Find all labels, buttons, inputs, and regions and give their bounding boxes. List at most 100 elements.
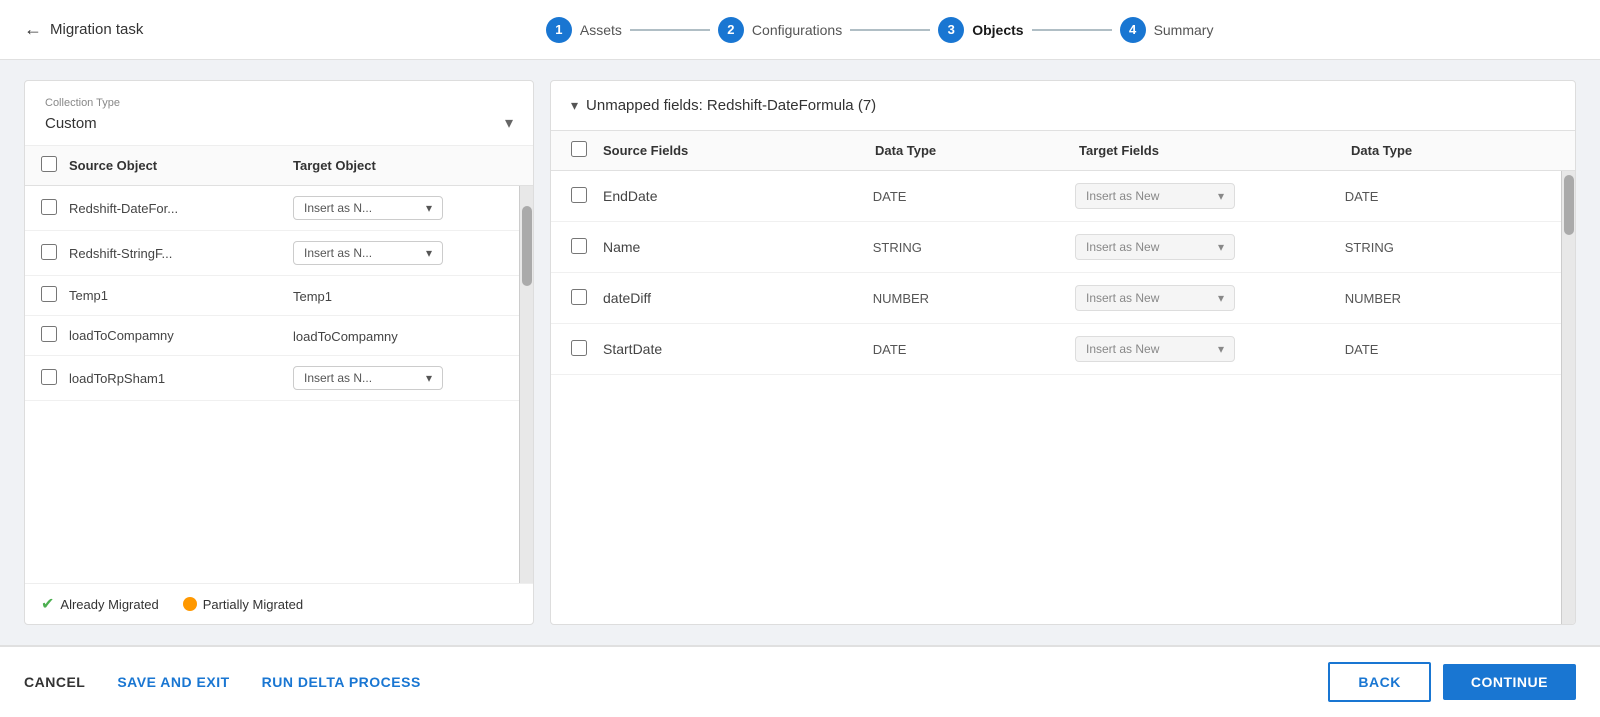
right-target-dropdown-2[interactable]: Insert as New ▾: [1075, 285, 1235, 311]
right-row-checkbox-0[interactable]: [571, 187, 587, 203]
target-text-3: loadToCompamny: [293, 329, 398, 344]
table-row: Redshift-StringF... Insert as N... ▾: [25, 231, 533, 276]
partially-migrated-label: Partially Migrated: [203, 597, 303, 612]
step-summary[interactable]: 4 Summary: [1120, 17, 1214, 43]
header: ← Migration task 1 Assets 2 Configuratio…: [0, 0, 1600, 60]
back-arrow-icon: ←: [24, 19, 42, 40]
step-circle-2: 3: [938, 17, 964, 43]
right-scrollbar[interactable]: [1561, 171, 1575, 624]
data-type-header: Data Type: [875, 143, 1079, 158]
table-row: loadToCompamny loadToCompamny: [25, 316, 533, 356]
step-label-2: Objects: [972, 22, 1023, 38]
row-checkbox-2[interactable]: [41, 286, 57, 302]
right-dropdown-icon-0: ▾: [1218, 189, 1224, 203]
right-row-source-2: dateDiff: [603, 290, 873, 306]
right-dropdown-text-1: Insert as New: [1086, 240, 1159, 254]
right-table-header: Source Fields Data Type Target Fields Da…: [551, 131, 1575, 171]
step-assets[interactable]: 1 Assets: [546, 17, 622, 43]
right-row-dtype-1: STRING: [873, 240, 1075, 255]
collection-type-label: Collection Type: [45, 97, 513, 109]
right-table-body: EndDate DATE Insert as New ▾ DATE Name S…: [551, 171, 1575, 624]
already-migrated-label: Already Migrated: [60, 597, 158, 612]
row-checkbox-4[interactable]: [41, 369, 57, 385]
row-checkbox-cell-0: [41, 199, 69, 218]
right-table-row: EndDate DATE Insert as New ▾ DATE: [551, 171, 1575, 222]
dropdown-text-1: Insert as N...: [304, 246, 372, 260]
check-icon: ✔: [41, 594, 54, 614]
left-scroll-thumb: [522, 206, 532, 286]
row-target-cell-3: loadToCompamny: [293, 328, 517, 344]
right-target-dropdown-1[interactable]: Insert as New ▾: [1075, 234, 1235, 260]
row-target-cell-1: Insert as N... ▾: [293, 241, 517, 265]
footer-left: CANCEL SAVE AND EXIT RUN DELTA PROCESS: [24, 674, 421, 690]
target-dropdown-1[interactable]: Insert as N... ▾: [293, 241, 443, 265]
step-label-1: Configurations: [752, 22, 842, 38]
back-button[interactable]: ← Migration task: [24, 19, 143, 40]
right-select-all-checkbox[interactable]: [571, 141, 587, 157]
right-table-row: StartDate DATE Insert as New ▾ DATE: [551, 324, 1575, 375]
step-label-0: Assets: [580, 22, 622, 38]
right-row-checkbox-2[interactable]: [571, 289, 587, 305]
unmapped-header: ▾ Unmapped fields: Redshift-DateFormula …: [551, 81, 1575, 131]
collection-type-section: Collection Type Custom ▾: [25, 81, 533, 146]
row-source-4: loadToRpSham1: [69, 371, 293, 386]
dropdown-text-4: Insert as N...: [304, 371, 372, 385]
step-line-0: [630, 29, 710, 31]
right-dropdown-icon-3: ▾: [1218, 342, 1224, 356]
row-checkbox-3[interactable]: [41, 326, 57, 342]
right-dropdown-text-0: Insert as New: [1086, 189, 1159, 203]
right-row-checkbox-cell-0: [571, 187, 603, 206]
unmapped-title: Unmapped fields: Redshift-DateFormula (7…: [586, 97, 876, 114]
collection-type-select[interactable]: Custom ▾: [45, 113, 513, 133]
row-checkbox-0[interactable]: [41, 199, 57, 215]
right-scroll-thumb: [1564, 175, 1574, 235]
right-row-source-3: StartDate: [603, 341, 873, 357]
select-all-checkbox[interactable]: [41, 156, 57, 172]
target-object-header: Target Object: [293, 158, 517, 173]
partially-migrated-legend: Partially Migrated: [183, 597, 303, 612]
left-table-header: Source Object Target Object: [25, 146, 533, 186]
left-scrollbar[interactable]: [519, 186, 533, 583]
right-target-dropdown-0[interactable]: Insert as New ▾: [1075, 183, 1235, 209]
row-target-cell-2: Temp1: [293, 288, 517, 304]
continue-button[interactable]: CONTINUE: [1443, 664, 1576, 700]
right-row-checkbox-3[interactable]: [571, 340, 587, 356]
right-row-target-cell-3: Insert as New ▾: [1075, 336, 1345, 362]
step-circle-1: 2: [718, 17, 744, 43]
main-content: Collection Type Custom ▾ Source Object T…: [0, 60, 1600, 645]
right-row-dtype-0: DATE: [873, 189, 1075, 204]
dropdown-text-0: Insert as N...: [304, 201, 372, 215]
already-migrated-legend: ✔ Already Migrated: [41, 594, 159, 614]
target-dropdown-0[interactable]: Insert as N... ▾: [293, 196, 443, 220]
right-header-checkbox-cell: [571, 141, 603, 160]
row-source-2: Temp1: [69, 288, 293, 303]
right-dropdown-icon-1: ▾: [1218, 240, 1224, 254]
run-delta-process-button[interactable]: RUN DELTA PROCESS: [262, 674, 421, 690]
right-row-checkbox-1[interactable]: [571, 238, 587, 254]
row-checkbox-cell-4: [41, 369, 69, 388]
right-row-dtype2-3: DATE: [1345, 342, 1547, 357]
collection-type-dropdown-icon: ▾: [505, 113, 513, 133]
right-row-checkbox-cell-1: [571, 238, 603, 257]
dropdown-icon-4: ▾: [426, 371, 432, 385]
target-text-2: Temp1: [293, 289, 332, 304]
save-and-exit-button[interactable]: SAVE AND EXIT: [117, 674, 229, 690]
collapse-arrow-icon[interactable]: ▾: [571, 97, 578, 114]
right-dropdown-icon-2: ▾: [1218, 291, 1224, 305]
step-configurations[interactable]: 2 Configurations: [718, 17, 842, 43]
back-action-button[interactable]: BACK: [1328, 662, 1430, 702]
data-type2-header: Data Type: [1351, 143, 1555, 158]
step-objects[interactable]: 3 Objects: [938, 17, 1023, 43]
cancel-button[interactable]: CANCEL: [24, 674, 85, 690]
row-checkbox-cell-3: [41, 326, 69, 345]
dropdown-icon-1: ▾: [426, 246, 432, 260]
right-table-row: Name STRING Insert as New ▾ STRING: [551, 222, 1575, 273]
legend: ✔ Already Migrated Partially Migrated: [25, 583, 533, 624]
target-dropdown-4[interactable]: Insert as N... ▾: [293, 366, 443, 390]
right-dropdown-text-2: Insert as New: [1086, 291, 1159, 305]
row-source-0: Redshift-DateFor...: [69, 201, 293, 216]
right-row-dtype-3: DATE: [873, 342, 1075, 357]
target-fields-header: Target Fields: [1079, 143, 1351, 158]
right-target-dropdown-3[interactable]: Insert as New ▾: [1075, 336, 1235, 362]
row-checkbox-1[interactable]: [41, 244, 57, 260]
